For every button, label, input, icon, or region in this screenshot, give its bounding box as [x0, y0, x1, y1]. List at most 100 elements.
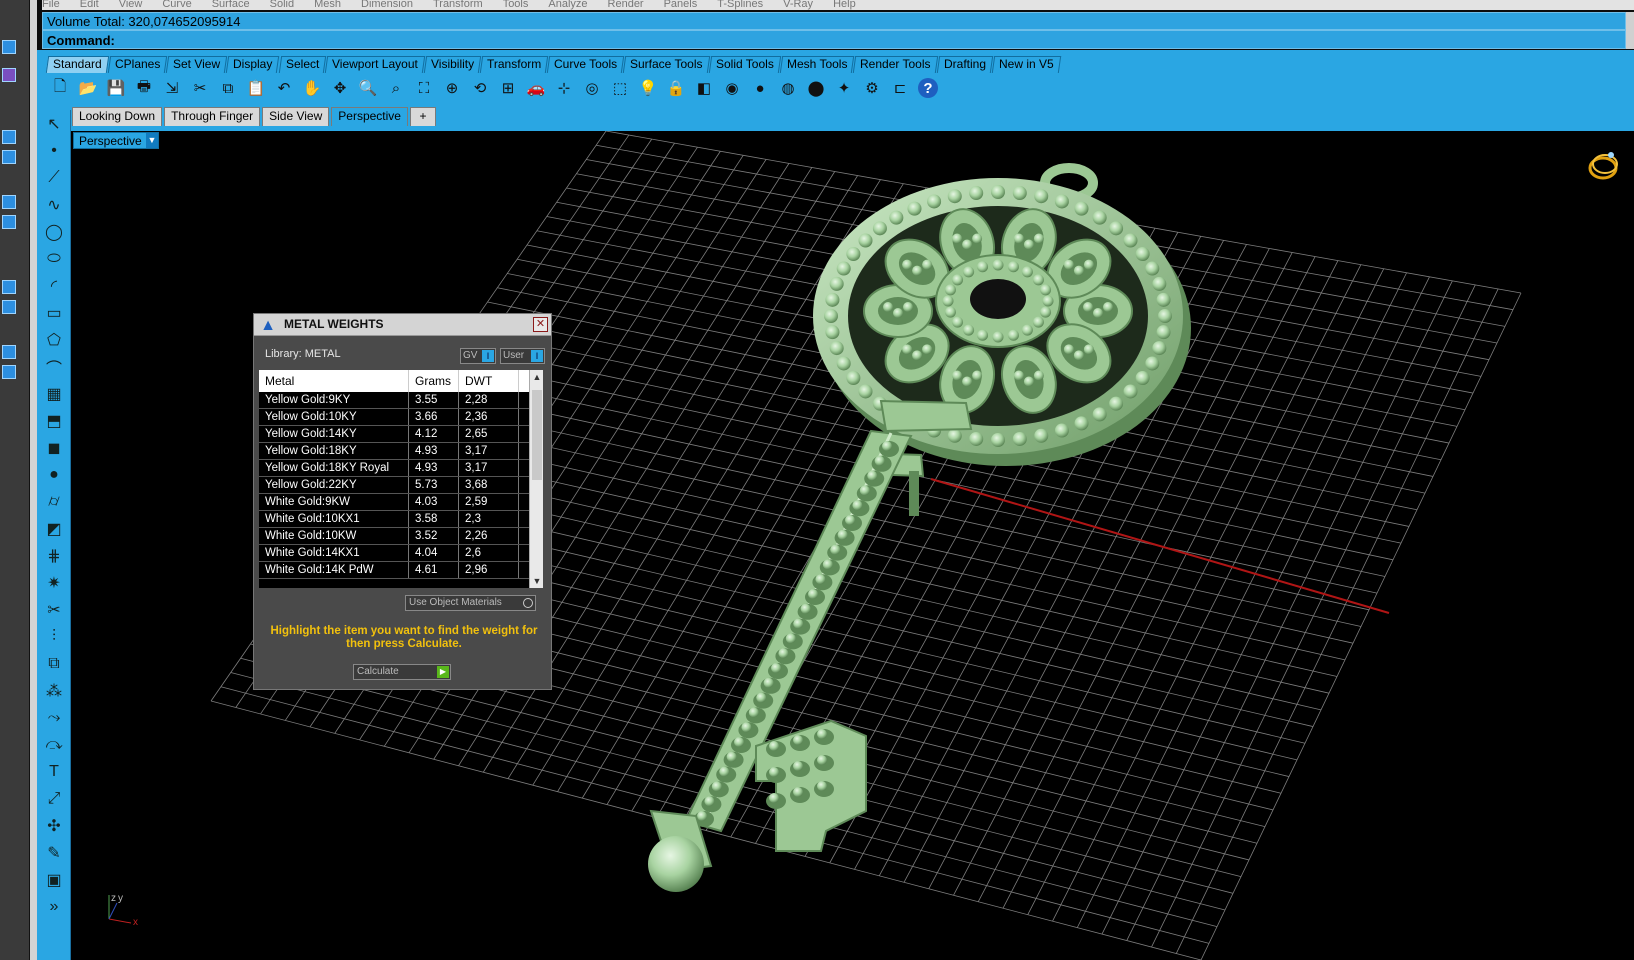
more-icon[interactable]: »	[39, 894, 69, 920]
rings-icon[interactable]	[1585, 146, 1625, 186]
toolbar-tab[interactable]: New in V5	[991, 56, 1061, 73]
menu-item[interactable]: Mesh	[314, 0, 341, 10]
zoom-extents-icon[interactable]: ⛶	[411, 76, 437, 100]
cylinder-icon[interactable]: ⌭	[39, 489, 69, 515]
menu-item[interactable]: Curve	[162, 0, 191, 10]
gv-toggle[interactable]: GV I	[460, 348, 496, 364]
menu-item[interactable]: Tools	[503, 0, 529, 10]
panel-button[interactable]	[2, 68, 16, 82]
polyline-icon[interactable]: ⟋	[39, 165, 69, 191]
object-properties-icon[interactable]: ⬚	[607, 76, 633, 100]
explode-icon[interactable]: ✷	[39, 570, 69, 596]
toolbar-tab[interactable]: Render Tools	[852, 56, 938, 73]
blend-icon[interactable]: ⤳	[39, 705, 69, 731]
table-row[interactable]: White Gold:14K PdW 4.61 2,96	[259, 562, 529, 579]
options-gear-icon[interactable]: ⚙	[859, 76, 885, 100]
scrollbar-thumb[interactable]	[532, 390, 542, 480]
box-icon[interactable]: ◼	[39, 435, 69, 461]
boolean-union-icon[interactable]: ⧉	[39, 651, 69, 677]
zoom-window-icon[interactable]: ⌕	[383, 76, 409, 100]
table-row[interactable]: White Gold:10KX1 3.58 2,3	[259, 511, 529, 528]
toolbar-tab[interactable]: Viewport Layout	[324, 56, 425, 73]
render-box-icon[interactable]: ▣	[39, 867, 69, 893]
circle-icon[interactable]: ◯	[39, 219, 69, 245]
edit-icon[interactable]: ✎	[39, 840, 69, 866]
print-icon[interactable]: 🖶	[131, 76, 157, 100]
toolbar-tab[interactable]: Mesh Tools	[779, 56, 855, 73]
toolbar-tab[interactable]: Surface Tools	[623, 56, 710, 73]
command-scrollbar[interactable]	[1626, 12, 1634, 49]
curve-cv-icon[interactable]: ∿	[39, 192, 69, 218]
zoom-selected-icon[interactable]: ⊕	[439, 76, 465, 100]
lock-icon[interactable]: 🔒	[663, 76, 689, 100]
point-icon[interactable]: •	[39, 138, 69, 164]
table-row[interactable]: Yellow Gold:10KY 3.66 2,36	[259, 409, 529, 426]
menu-item[interactable]: Help	[833, 0, 856, 10]
panel-button[interactable]	[2, 215, 16, 229]
mesh-icon[interactable]: ⋕	[39, 543, 69, 569]
panel-button[interactable]	[2, 40, 16, 54]
table-row[interactable]: Yellow Gold:22KY 5.73 3,68	[259, 477, 529, 494]
copy-icon[interactable]: ⧉	[215, 76, 241, 100]
scroll-up-icon[interactable]: ▲	[530, 370, 544, 384]
menu-item[interactable]: Solid	[270, 0, 294, 10]
light-bulb-icon[interactable]: ✦	[831, 76, 857, 100]
viewport-tab[interactable]: Perspective	[331, 107, 408, 126]
toolbar-tab[interactable]: Solid Tools	[708, 56, 781, 73]
undo-view-icon[interactable]: ⟲	[467, 76, 493, 100]
toolbar-tab[interactable]: Transform	[479, 56, 549, 73]
menu-item[interactable]: Analyze	[548, 0, 587, 10]
command-prompt[interactable]: Command:	[42, 30, 1626, 49]
toolbar-tab[interactable]: Set View	[165, 56, 228, 73]
menu-item[interactable]: Render	[608, 0, 644, 10]
dialog-titlebar[interactable]: ▲ METAL WEIGHTS ✕	[254, 314, 551, 336]
panel-button[interactable]	[2, 150, 16, 164]
surface-cv-icon[interactable]: ▦	[39, 381, 69, 407]
new-icon[interactable]: 🗋	[47, 76, 73, 100]
color-wheel-icon[interactable]: ◉	[719, 76, 745, 100]
add-viewport-tab[interactable]: +	[409, 107, 436, 126]
user-toggle[interactable]: User I	[500, 348, 545, 364]
toolbar-tab[interactable]: Drafting	[936, 56, 993, 73]
panel-button[interactable]	[2, 130, 16, 144]
viewport-menu-arrow-icon[interactable]: ▼	[146, 133, 158, 148]
array-icon[interactable]: ⁂	[39, 678, 69, 704]
panel-button[interactable]	[2, 365, 16, 379]
toolbar-tab[interactable]: Standard	[45, 56, 109, 73]
fillet-curve-icon[interactable]: ⌒	[39, 354, 69, 380]
viewport-tab[interactable]: Through Finger	[164, 107, 261, 126]
ellipse-icon[interactable]: ⬭	[39, 246, 69, 272]
open-icon[interactable]: 📂	[75, 76, 101, 100]
text-icon[interactable]: T	[39, 759, 69, 785]
viewport-label[interactable]: Perspective ▼	[73, 132, 159, 149]
menu-item[interactable]: View	[119, 0, 143, 10]
use-object-materials-toggle[interactable]: Use Object Materials	[405, 595, 536, 611]
arc-icon[interactable]: ◜	[39, 273, 69, 299]
panel-button[interactable]	[2, 195, 16, 209]
menu-item[interactable]: Surface	[212, 0, 250, 10]
menu-item[interactable]: Panels	[664, 0, 698, 10]
pan-icon[interactable]: ✋	[299, 76, 325, 100]
table-row[interactable]: Yellow Gold:18KY Royal 4.93 3,17	[259, 460, 529, 477]
zoom-icon[interactable]: 🔍	[355, 76, 381, 100]
menu-item[interactable]: Transform	[433, 0, 483, 10]
split-icon[interactable]: ⫶	[39, 624, 69, 650]
menu-item[interactable]: Dimension	[361, 0, 413, 10]
save-icon[interactable]: 💾	[103, 76, 129, 100]
viewport-tab[interactable]: Looking Down	[72, 107, 163, 126]
layer-icon[interactable]: ◧	[691, 76, 717, 100]
scroll-down-icon[interactable]: ▼	[530, 574, 544, 588]
cut-icon[interactable]: ✂	[187, 76, 213, 100]
table-scrollbar[interactable]: ▲ ▼	[529, 370, 543, 588]
undo-icon[interactable]: ↶	[271, 76, 297, 100]
sphere-icon[interactable]: ●	[39, 462, 69, 488]
column-header[interactable]: DWT	[459, 370, 519, 392]
dimension-icon[interactable]: ⊏	[887, 76, 913, 100]
panel-button[interactable]	[2, 345, 16, 359]
render-icon[interactable]: ⬤	[803, 76, 829, 100]
osnap-icon[interactable]: ◎	[579, 76, 605, 100]
panel-button[interactable]	[2, 280, 16, 294]
table-row[interactable]: White Gold:14KX1 4.04 2,6	[259, 545, 529, 562]
left-splitter[interactable]	[30, 0, 37, 960]
table-row[interactable]: White Gold:9KW 4.03 2,59	[259, 494, 529, 511]
